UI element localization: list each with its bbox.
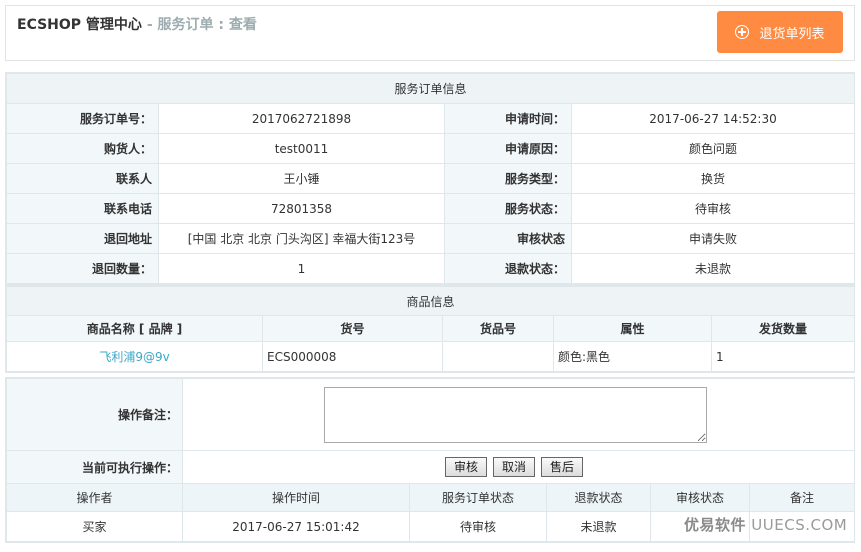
goods-col-qty: 发货数量 [710, 315, 856, 342]
label-return-address: 退回地址 [6, 223, 159, 254]
goods-col-name: 商品名称 [ 品牌 ] [6, 315, 263, 342]
log-refund: 未退款 [546, 511, 651, 542]
cancel-button[interactable]: 取消 [493, 457, 536, 477]
watermark-domain: UUECS.COM [751, 516, 848, 534]
log-col-status: 服务订单状态 [409, 483, 547, 512]
value-apply-time: 2017-06-27 14:52:30 [570, 103, 856, 134]
log-col-audit: 审核状态 [650, 483, 750, 512]
log-col-operator: 操作者 [6, 483, 183, 512]
goods-info-panel: 商品信息 商品名称 [ 品牌 ] 货号 货品号 属性 发货数量 飞利浦9@9v … [5, 285, 856, 373]
watermark-brand: 优易软件 [684, 516, 747, 534]
return-list-button[interactable]: 退货单列表 [717, 11, 843, 53]
page-title: ECSHOP 管理中心 - 服务订单 : 查看 [17, 14, 257, 34]
return-list-button-label: 退货单列表 [759, 26, 825, 42]
goods-col-attr: 属性 [553, 315, 712, 342]
goods-sn: ECS000008 [262, 341, 443, 372]
value-apply-reason: 颜色问题 [570, 133, 856, 164]
log-status: 待审核 [409, 511, 547, 542]
label-apply-time: 申请时间： [444, 103, 572, 134]
label-order-sn: 服务订单号： [6, 103, 159, 134]
goods-header-row: 商品名称 [ 品牌 ] 货号 货品号 属性 发货数量 [6, 315, 856, 342]
label-refund-status: 退款状态： [444, 253, 572, 284]
value-contact: 王小锤 [158, 163, 445, 194]
service-order-info-panel: 服务订单信息 服务订单号： 2017062721898 申请时间： 2017-0… [5, 72, 856, 285]
info-row-contact: 联系人 王小锤 服务类型： 换货 [6, 163, 856, 194]
goods-attr: 颜色:黑色 [553, 341, 712, 372]
operations-row: 当前可执行操作： 审核 取消 售后 [6, 450, 855, 484]
label-audit-status: 审核状态 [444, 223, 572, 254]
goods-product-sn [442, 341, 554, 372]
watermark: 优易软件 UUECS.COM [684, 514, 847, 535]
app-title: ECSHOP 管理中心 [17, 17, 142, 33]
label-return-quantity: 退回数量： [6, 253, 159, 284]
value-service-type: 换货 [570, 163, 856, 194]
info-row-quantity: 退回数量： 1 退款状态： 未退款 [6, 253, 856, 284]
log-col-note: 备注 [749, 483, 855, 512]
remark-row: 操作备注： [6, 378, 855, 451]
audit-button[interactable]: 审核 [445, 457, 488, 477]
log-time: 2017-06-27 15:01:42 [182, 511, 410, 542]
log-col-time: 操作时间 [182, 483, 410, 512]
goods-qty: 1 [710, 341, 856, 372]
value-service-status: 待审核 [570, 193, 856, 224]
label-apply-reason: 申请原因： [444, 133, 572, 164]
log-operator: 买家 [6, 511, 183, 542]
value-buyer: test0011 [158, 133, 445, 164]
remark-textarea[interactable] [324, 386, 707, 443]
page-header: ECSHOP 管理中心 - 服务订单 : 查看 退货单列表 [5, 5, 855, 61]
label-buyer: 购货人： [6, 133, 159, 164]
value-return-address: [中国 北京 北京 门头沟区] 幸福大街123号 [158, 223, 445, 254]
info-row-phone: 联系电话 72801358 服务状态： 待审核 [6, 193, 856, 224]
value-audit-status: 申请失败 [570, 223, 856, 254]
goods-info-caption: 商品信息 [5, 286, 856, 316]
value-refund-status: 未退款 [570, 253, 856, 284]
value-order-sn: 2017062721898 [158, 103, 445, 134]
value-phone: 72801358 [158, 193, 445, 224]
goods-col-sn: 货号 [262, 315, 443, 342]
operations-label: 当前可执行操作： [6, 450, 183, 484]
breadcrumb: - 服务订单 : 查看 [146, 17, 257, 33]
info-row-address: 退回地址 [中国 北京 北京 门头沟区] 幸福大街123号 审核状态 申请失败 [6, 223, 856, 254]
service-order-info-caption: 服务订单信息 [5, 73, 856, 104]
label-service-status: 服务状态： [444, 193, 572, 224]
label-contact: 联系人 [6, 163, 159, 194]
log-col-refund: 退款状态 [546, 483, 651, 512]
plus-circle-icon [735, 25, 750, 39]
info-row-order-sn: 服务订单号： 2017062721898 申请时间： 2017-06-27 14… [6, 103, 856, 134]
after-sale-button[interactable]: 售后 [541, 457, 584, 477]
goods-col-product-sn: 货品号 [442, 315, 554, 342]
table-row: 飞利浦9@9v ECS000008 颜色:黑色 1 [6, 341, 856, 372]
goods-info-table: 商品信息 商品名称 [ 品牌 ] 货号 货品号 属性 发货数量 飞利浦9@9v … [5, 286, 856, 372]
value-return-quantity: 1 [158, 253, 445, 284]
info-row-buyer: 购货人： test0011 申请原因： 颜色问题 [6, 133, 856, 164]
service-order-info-table: 服务订单信息 服务订单号： 2017062721898 申请时间： 2017-0… [5, 73, 856, 284]
remark-label: 操作备注： [6, 378, 183, 451]
label-service-type: 服务类型： [444, 163, 572, 194]
log-header-row: 操作者 操作时间 服务订单状态 退款状态 审核状态 备注 [6, 483, 855, 512]
label-phone: 联系电话 [6, 193, 159, 224]
goods-name-link[interactable]: 飞利浦9@9v [6, 341, 263, 372]
